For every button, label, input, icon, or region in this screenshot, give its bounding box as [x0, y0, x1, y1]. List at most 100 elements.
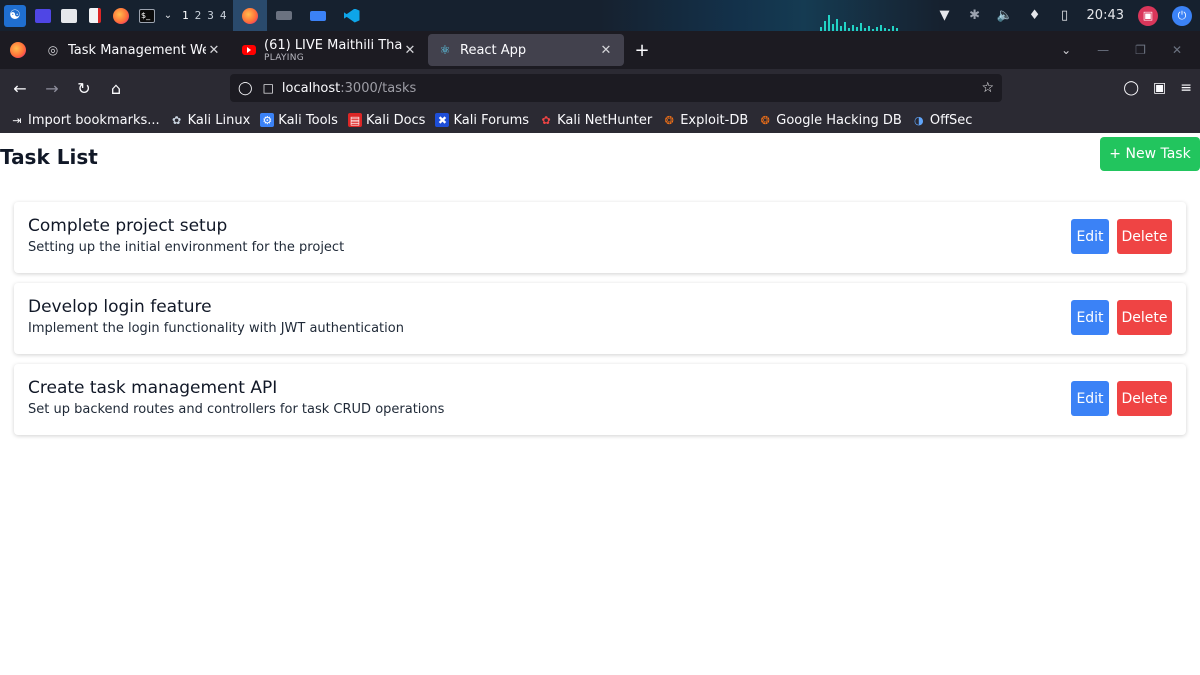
taskbar-window-2[interactable] — [267, 0, 301, 31]
tab-task-management[interactable]: ◎ Task Management Web A ✕ — [36, 34, 232, 66]
browser-navigation-bar: ← → ↻ ⌂ ◯ □ localhost:3000/tasks ☆ ◯ ▣ ≡ — [0, 69, 1200, 107]
edit-task-button[interactable]: Edit — [1071, 381, 1109, 416]
page-content: Task List + New Task Complete project se… — [0, 133, 1200, 675]
globe-icon: ◎ — [47, 43, 59, 57]
bookmark-offsec[interactable]: ◑ OffSec — [912, 113, 972, 128]
taskbar-vscode-window[interactable] — [335, 0, 369, 31]
delete-task-button[interactable]: Delete — [1117, 219, 1172, 254]
volume-icon[interactable]: 🔈 — [996, 8, 1012, 24]
firefox-icon — [10, 42, 26, 58]
edit-task-button[interactable]: Edit — [1071, 300, 1109, 335]
close-window-icon[interactable]: ✕ — [1172, 43, 1182, 57]
pocket-icon[interactable]: ◯ — [1123, 80, 1139, 96]
workspace-switcher[interactable]: 1 2 3 4 — [176, 0, 233, 31]
taskbar-firefox-window[interactable] — [232, 0, 267, 31]
bookmark-label: Kali Docs — [365, 112, 426, 128]
workspace-4[interactable]: 4 — [220, 9, 227, 22]
delete-task-button[interactable]: Delete — [1117, 300, 1172, 335]
ghdb-icon: ❂ — [760, 113, 770, 127]
workspace-3[interactable]: 3 — [207, 9, 214, 22]
file-manager-launcher[interactable] — [56, 0, 82, 31]
firefox-icon — [241, 7, 258, 24]
task-description: Set up backend routes and controllers fo… — [28, 402, 445, 417]
tab-youtube-live[interactable]: (61) LIVE Maithili Thakur PLAYING ✕ — [232, 34, 428, 66]
bookmark-kali-tools[interactable]: ⚙ Kali Tools — [260, 113, 338, 128]
kali-tools-icon: ⚙ — [260, 113, 275, 127]
arrow-right-icon: → — [45, 78, 59, 98]
workspace-1[interactable]: 1 — [182, 9, 189, 22]
back-button[interactable]: ← — [4, 72, 36, 104]
folder-icon — [61, 8, 77, 23]
bookmark-label: Kali Linux — [187, 112, 251, 128]
bookmark-kali-forums[interactable]: ✖ Kali Forums — [435, 113, 529, 128]
workspace-2[interactable]: 2 — [195, 9, 202, 22]
battery-icon[interactable]: ▯ — [1057, 8, 1073, 24]
tab-react-app[interactable]: ⚛ React App ✕ — [428, 34, 624, 66]
extensions-icon[interactable]: ▣ — [1153, 80, 1166, 96]
reload-button[interactable]: ↻ — [68, 72, 100, 104]
bluetooth-icon[interactable]: ✱ — [967, 8, 983, 24]
youtube-icon — [242, 43, 256, 57]
bookmark-kali-nethunter[interactable]: ✿ Kali NetHunter — [539, 113, 652, 128]
firefox-launcher[interactable] — [108, 0, 134, 31]
nethunter-icon: ✿ — [541, 113, 551, 127]
bookmarks-toolbar: ⇥ Import bookmarks... ✿ Kali Linux ⚙ Kal… — [0, 107, 1200, 133]
import-icon: ⇥ — [12, 113, 22, 127]
notification-bell-icon[interactable]: ♦ — [1027, 8, 1043, 24]
close-tab-icon[interactable]: ✕ — [598, 43, 614, 58]
wifi-icon[interactable]: ▼ — [937, 8, 953, 24]
os-taskbar: ☯ $_ ⌄ 1 2 3 4 ▼ ✱ 🔈 ♦ ▯ 20:43 ▣ ⏻ — [0, 0, 1200, 31]
page-info-icon[interactable]: □ — [263, 81, 274, 95]
bookmark-kali-linux[interactable]: ✿ Kali Linux — [170, 112, 251, 128]
exploit-db-icon: ❂ — [664, 113, 674, 127]
lock-screen-icon[interactable]: ▣ — [1138, 5, 1158, 26]
task-card: Develop login feature Implement the logi… — [14, 283, 1186, 354]
browser-tab-strip: ◎ Task Management Web A ✕ (61) LIVE Mait… — [0, 31, 1200, 69]
kali-menu-button[interactable]: ☯ — [0, 0, 30, 31]
bookmark-label: Google Hacking DB — [776, 112, 902, 128]
home-button[interactable]: ⌂ — [100, 72, 132, 104]
react-icon: ⚛ — [439, 43, 451, 57]
page-title: Task List — [0, 145, 98, 169]
terminal-launcher[interactable]: $_ — [134, 0, 160, 31]
bookmark-star-icon[interactable]: ☆ — [981, 80, 994, 96]
address-bar[interactable]: ◯ □ localhost:3000/tasks ☆ — [230, 74, 1002, 102]
text-editor-launcher[interactable] — [82, 0, 108, 31]
tab-title: React App — [460, 42, 527, 58]
url-text[interactable]: localhost:3000/tasks — [282, 81, 416, 96]
new-task-button[interactable]: + New Task — [1100, 137, 1200, 171]
firefox-view-button[interactable] — [0, 31, 36, 69]
tab-title: Task Management Web A — [68, 42, 206, 58]
task-card: Create task management API Set up backen… — [14, 364, 1186, 435]
tab-playing-label: PLAYING — [264, 52, 305, 63]
terminal-icon: $_ — [139, 8, 155, 23]
kali-forums-icon: ✖ — [435, 113, 450, 127]
taskbar-window-3[interactable] — [301, 0, 335, 31]
window-icon — [275, 11, 292, 20]
shield-icon[interactable]: ◯ — [238, 81, 253, 96]
minimize-icon[interactable]: — — [1097, 43, 1109, 57]
list-all-tabs-icon[interactable]: ⌄ — [1061, 43, 1071, 57]
bookmark-kali-docs[interactable]: ▤ Kali Docs — [347, 112, 426, 128]
launcher-dropdown[interactable]: ⌄ — [160, 0, 176, 31]
edit-task-button[interactable]: Edit — [1071, 219, 1109, 254]
close-tab-icon[interactable]: ✕ — [206, 43, 222, 58]
bookmark-exploit-db[interactable]: ❂ Exploit-DB — [662, 113, 749, 128]
offsec-icon: ◑ — [914, 113, 924, 127]
maximize-icon[interactable]: ❐ — [1135, 43, 1146, 57]
chevron-down-icon: ⌄ — [163, 10, 173, 21]
close-tab-icon[interactable]: ✕ — [402, 43, 418, 58]
hamburger-menu-icon[interactable]: ≡ — [1180, 80, 1192, 96]
delete-task-button[interactable]: Delete — [1117, 381, 1172, 416]
show-desktop-button[interactable] — [30, 0, 56, 31]
new-tab-button[interactable]: + — [624, 34, 660, 66]
task-description: Implement the login functionality with J… — [28, 321, 404, 336]
task-list: Complete project setup Setting up the in… — [14, 202, 1186, 445]
forward-button[interactable]: → — [36, 72, 68, 104]
power-icon[interactable]: ⏻ — [1172, 5, 1192, 26]
bookmark-google-hacking-db[interactable]: ❂ Google Hacking DB — [758, 113, 902, 128]
text-editor-icon — [89, 8, 101, 23]
kali-dragon-icon: ☯ — [4, 4, 26, 27]
clock[interactable]: 20:43 — [1087, 8, 1124, 23]
bookmark-import[interactable]: ⇥ Import bookmarks... — [10, 113, 159, 128]
